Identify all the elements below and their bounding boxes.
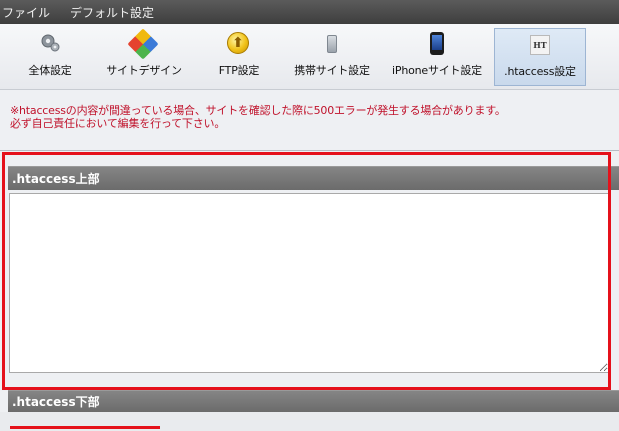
warning-message: ※htaccessの内容が間違っている場合、サイトを確認した際に500エラーが発…: [10, 104, 610, 130]
toolbar-label: 全体設定: [28, 64, 72, 77]
menu-bar: ファイル デフォルト設定: [0, 0, 619, 24]
toolbar-button-htaccess-settings[interactable]: HT .htaccess設定: [494, 28, 586, 86]
mobile-phone-icon: [320, 32, 344, 56]
menu-file[interactable]: ファイル: [0, 4, 60, 21]
warning-line-2: 必ず自己責任において編集を行って下さい。: [10, 117, 226, 130]
highlight-annotation: [2, 152, 611, 390]
toolbar-label: 携帯サイト設定: [294, 64, 370, 77]
iphone-icon: [425, 32, 449, 56]
menu-default-settings[interactable]: デフォルト設定: [60, 4, 164, 21]
toolbar-button-ftp-settings[interactable]: ⬆ FTP設定: [208, 28, 270, 86]
toolbar-button-mobile-site-settings[interactable]: 携帯サイト設定: [283, 28, 381, 86]
htaccess-icon: HT: [528, 33, 552, 57]
section-title: .htaccess下部: [12, 395, 100, 409]
highlight-annotation-bottom: [10, 426, 160, 429]
toolbar: 全体設定 サイトデザイン ⬆ FTP設定 携帯サイト設定 iPhoneサイト設定…: [0, 24, 619, 90]
toolbar-label: FTP設定: [218, 64, 260, 77]
toolbar-button-site-design[interactable]: サイトデザイン: [98, 28, 190, 86]
toolbar-button-general-settings[interactable]: 全体設定: [18, 28, 82, 86]
gear-icon: [38, 32, 62, 56]
toolbar-label: サイトデザイン: [106, 64, 182, 77]
toolbar-label: iPhoneサイト設定: [392, 64, 482, 77]
ftp-coin-icon: ⬆: [227, 32, 251, 56]
toolbar-label: .htaccess設定: [504, 65, 576, 78]
toolbar-button-iphone-site-settings[interactable]: iPhoneサイト設定: [382, 28, 492, 86]
palette-icon: [127, 28, 159, 60]
warning-line-1: ※htaccessの内容が間違っている場合、サイトを確認した際に500エラーが発…: [10, 104, 506, 117]
divider: [0, 150, 619, 151]
htaccess-bottom-header: .htaccess下部: [8, 390, 619, 412]
